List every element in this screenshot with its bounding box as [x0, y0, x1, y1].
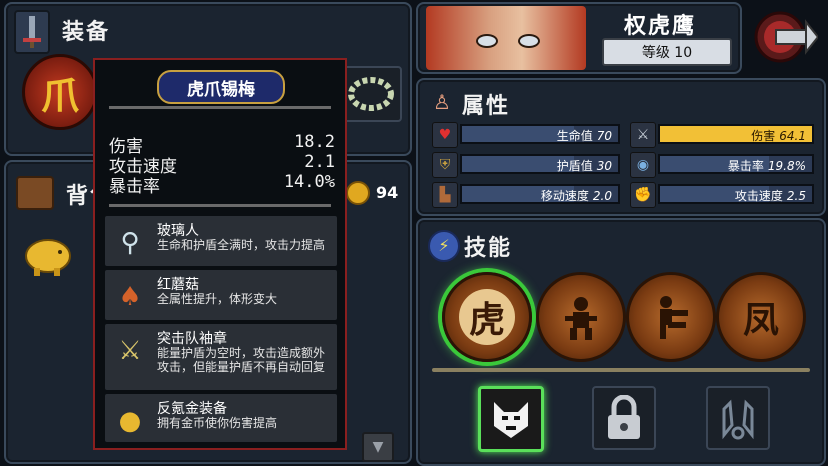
tooltip-title-plate: 虎爪锡梅: [157, 70, 285, 104]
shield-icon: ⛨: [432, 152, 458, 178]
exit-button[interactable]: [752, 8, 820, 66]
equipment-title: 装备: [62, 20, 111, 45]
tooltip-divider-mid: [109, 204, 331, 207]
character-name: 权虎鹰: [624, 14, 697, 39]
skill-martial-stance[interactable]: [536, 272, 626, 362]
ability-slot-locked[interactable]: [592, 386, 656, 450]
skills-panel: ⚡ 技能 虎 凤: [416, 218, 826, 466]
glass-man-icon: ⚲: [120, 228, 140, 258]
arrow-down-icon: ▼: [372, 439, 384, 455]
exit-arrow-icon: [754, 11, 820, 63]
level-label: 等级 10: [641, 45, 693, 61]
tiger-claw-emblem-icon: 爪: [40, 72, 79, 118]
gold-coin-icon: [346, 181, 370, 205]
stat-bar-damage: 伤害 64.1: [658, 124, 814, 144]
skill-kick[interactable]: [626, 272, 716, 362]
gold-amount: 94: [376, 183, 399, 202]
backpack-scroll-down-button[interactable]: ▼: [362, 432, 394, 462]
equip-slot-necklace[interactable]: [340, 66, 402, 122]
passive-commando-armband: ⚔ 突击队袖章 能量护盾为空时，攻击造成额外攻击，但能量护盾不再自动回复: [105, 324, 337, 390]
character-portrait: [426, 6, 586, 70]
skills-icon: ⚡: [428, 230, 460, 262]
character-panel: 权虎鹰 等级 10: [416, 2, 742, 74]
attributes-title: 属性: [462, 94, 511, 119]
eye-icon: ◉: [630, 152, 656, 178]
stat-bar-crit: 暴击率 19.8%: [658, 154, 814, 174]
item-tooltip: 虎爪锡梅 伤害 18.2 攻击速度 2.1 暴击率 14.0% ⚲ 玻璃人 生命和护盾…: [93, 58, 347, 450]
fighter-stance-icon: [565, 297, 597, 340]
bead-necklace-icon: [348, 77, 394, 111]
piggy-bank-icon: [25, 239, 71, 276]
gold-coin-slash-icon: ●: [118, 406, 142, 436]
commando-armband-icon: ⚔: [118, 336, 142, 366]
attributes-panel: ♙ 属性 ♥ 生命值 70 ⚔ 伤害 64.1 ⛨ 护盾值 30 ◉ 暴击率 19.8%…: [416, 78, 826, 216]
backpack-item-piggy-bank[interactable]: [20, 232, 76, 278]
heart-icon: ♥: [432, 122, 458, 148]
sword-icon: ⚔: [630, 122, 656, 148]
passive-glass-man: ⚲ 玻璃人 生命和护盾全满时，攻击力提高: [105, 216, 337, 266]
stat-row-crit: 暴击率 14.0%: [109, 172, 335, 197]
passive-anti-pay-gear: ● 反氪金装备 拥有金币使你伤害提高: [105, 394, 337, 442]
ability-slot-werebeast[interactable]: [478, 386, 544, 452]
stat-bar-attack-speed: 攻击速度 2.5: [658, 184, 814, 204]
skills-divider: [432, 368, 810, 372]
portrait-eye-right: [518, 34, 540, 48]
attributes-icon: ♙: [433, 90, 451, 114]
item-name: 虎爪锡梅: [187, 79, 255, 100]
skills-title: 技能: [464, 236, 513, 261]
gold-counter: 94: [346, 180, 406, 206]
stat-bar-shield: 护盾值 30: [460, 154, 620, 174]
tooltip-divider-top: [109, 106, 331, 109]
portrait-eye-left: [476, 34, 498, 48]
wolf-head-icon: [494, 402, 528, 438]
skill-tiger[interactable]: 虎: [442, 272, 532, 362]
skill-phoenix[interactable]: 凤: [716, 272, 806, 362]
padlock-icon: [608, 395, 640, 439]
weapon-emblem[interactable]: 爪: [22, 54, 98, 130]
praying-hands-icon: [722, 399, 754, 440]
ability-slot-hands[interactable]: [706, 386, 770, 450]
boot-icon: ▙: [432, 182, 458, 208]
red-mushroom-icon: ♠: [118, 282, 142, 312]
backpack-icon: [16, 176, 54, 210]
equipment-header-icon: [14, 10, 50, 54]
stat-bar-move-speed: 移动速度 2.0: [460, 184, 620, 204]
fist-icon: ✊: [630, 182, 656, 208]
stat-bar-hp: 生命值 70: [460, 124, 620, 144]
kick-fighter-icon: [660, 296, 688, 339]
passive-red-mushroom: ♠ 红蘑菇 全属性提升，体形变大: [105, 270, 337, 320]
level-plate: 等级 10: [602, 38, 732, 66]
